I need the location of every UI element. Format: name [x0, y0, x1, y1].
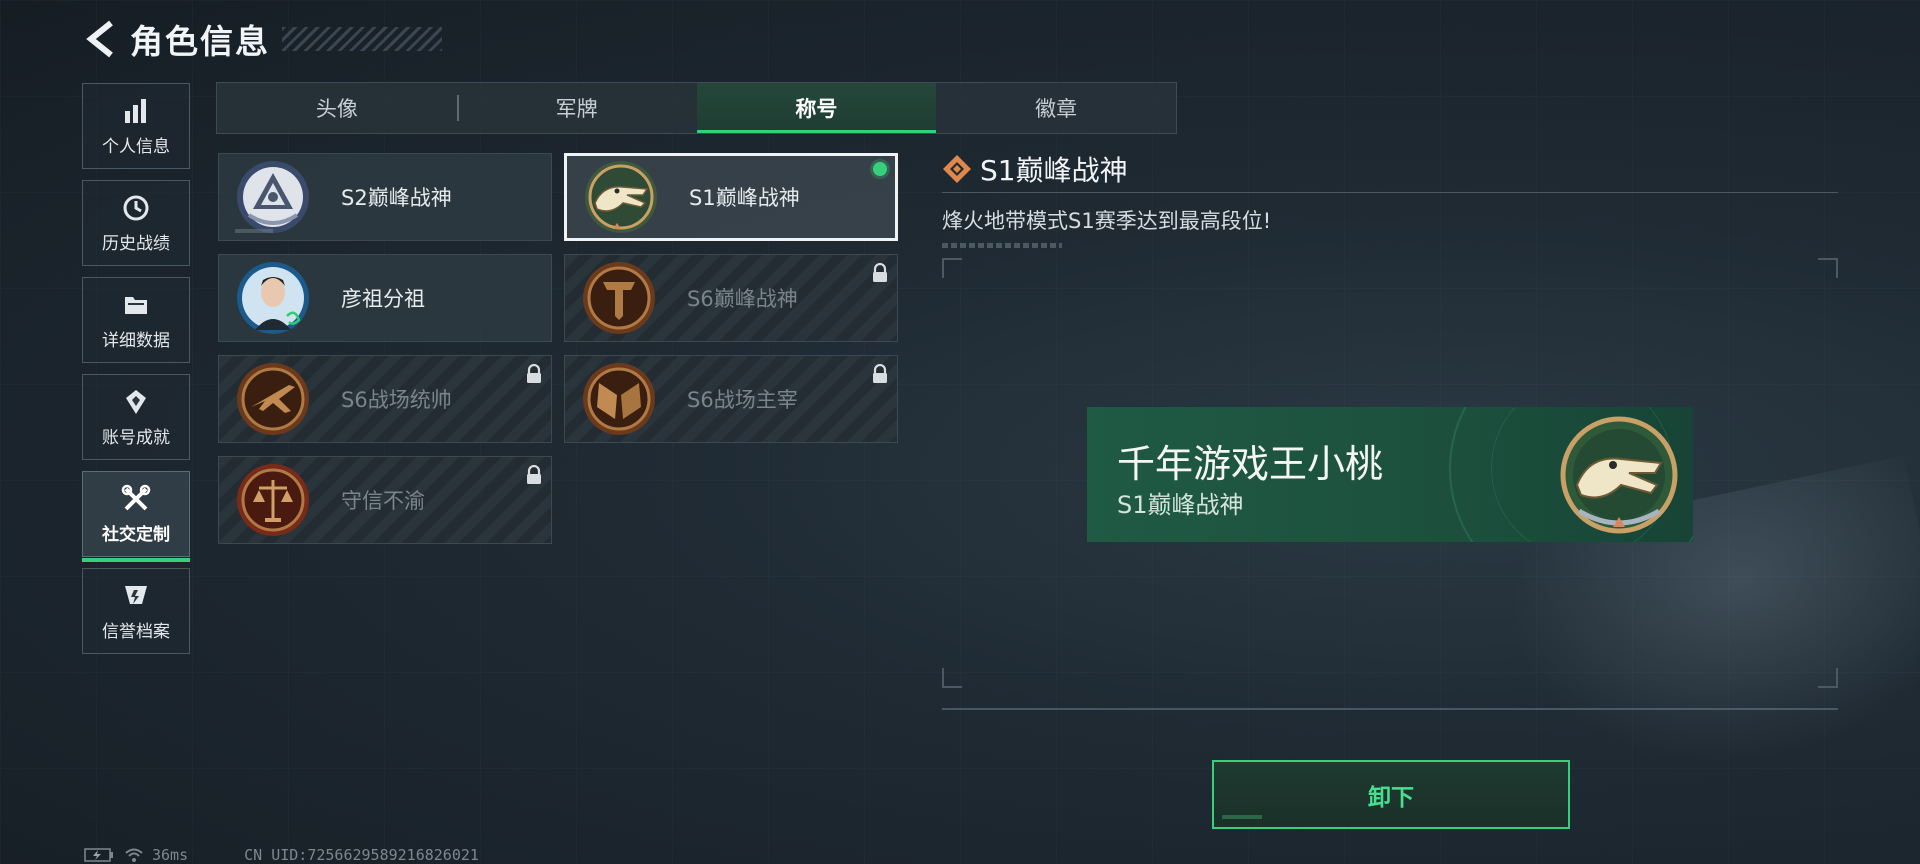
sidebar-item-personal-info[interactable]: 个人信息 [82, 83, 190, 169]
folder-icon [121, 290, 151, 320]
achievement-icon [121, 387, 151, 417]
wifi-icon [125, 848, 143, 862]
triangle-laurel-emblem-icon [237, 161, 309, 233]
title-card-s6-dominator[interactable]: S6战场主宰 [564, 355, 898, 443]
title-card-s6-commander[interactable]: S6战场统帅 [218, 355, 552, 443]
title-card-s1-peak[interactable]: S1巅峰战神 [564, 153, 898, 241]
sidebar-item-label: 历史战绩 [102, 233, 170, 254]
title-card-s2-peak[interactable]: S2巅峰战神 [218, 153, 552, 241]
crocodile-emblem-icon [585, 161, 657, 233]
title-card-label: S6巅峰战神 [687, 287, 798, 311]
back-button[interactable] [82, 17, 120, 61]
credit-shield-icon [121, 581, 151, 611]
preview-player-name: 千年游戏王小桃 [1117, 442, 1384, 486]
title-card-label: 守信不渝 [341, 489, 425, 513]
crossed-flags-emblem-icon [583, 363, 655, 435]
card-decoration [235, 229, 273, 233]
jet-emblem-icon [237, 363, 309, 435]
sidebar-item-credit-record[interactable]: 信誉档案 [82, 568, 190, 654]
page-title: 角色信息 [130, 22, 270, 61]
sidebar-item-label: 社交定制 [102, 524, 170, 545]
portrait-emblem-icon [237, 262, 309, 334]
tab-title[interactable]: 称号 [696, 83, 937, 133]
equipped-indicator [873, 162, 887, 176]
sidebar-item-history[interactable]: 历史战绩 [82, 180, 190, 266]
title-card-label: S2巅峰战神 [341, 186, 452, 210]
title-card-label: S6战场主宰 [687, 388, 798, 412]
sidebar-nav: 个人信息 历史战绩 详细数据 账号成就 社交定制 信誉档案 [82, 83, 192, 665]
sidebar-item-label: 账号成就 [102, 427, 170, 448]
history-clock-icon [121, 193, 151, 223]
frame-corner [942, 668, 962, 688]
status-bar: 36ms CN UID:725662958921682​6021 [84, 846, 479, 864]
frame-corner [1818, 668, 1838, 688]
title-grid: S2巅峰战神 S1巅峰战神 彦祖分祖 S6巅峰战神 S6战场统帅 S6战场主宰 … [218, 153, 898, 544]
sidebar-item-social-custom[interactable]: 社交定制 [82, 471, 190, 562]
ping-readout: 36ms [152, 846, 189, 864]
button-decoration [1222, 815, 1262, 819]
preview-title: S1巅峰战神 [1117, 491, 1244, 519]
diamond-icon [943, 155, 971, 183]
crocodile-emblem-icon [1560, 416, 1678, 534]
wrench-cross-icon [121, 484, 151, 514]
bar-chart-icon [121, 96, 151, 126]
sidebar-item-label: 个人信息 [102, 136, 170, 157]
uid-readout: CN UID:725662958921682​6021 [244, 846, 479, 864]
sidebar-item-details[interactable]: 详细数据 [82, 277, 190, 363]
lock-icon [527, 465, 541, 484]
title-decoration [282, 27, 442, 51]
tab-bar: 头像 军牌 称号 徽章 [216, 82, 1177, 134]
scales-emblem-icon [237, 464, 309, 536]
title-card-label: S1巅峰战神 [689, 186, 800, 210]
tab-dog-tag[interactable]: 军牌 [456, 83, 697, 133]
lock-icon [873, 364, 887, 383]
detail-description: 烽火地带模式S1赛季达到最高段位! [942, 209, 1272, 233]
unequip-button-label: 卸下 [1368, 784, 1414, 811]
title-card-label: S6战场统帅 [341, 388, 452, 412]
frame-bottom-line [942, 708, 1838, 710]
sidebar-item-achievements[interactable]: 账号成就 [82, 374, 190, 460]
lock-icon [527, 364, 541, 383]
sidebar-item-label: 信誉档案 [102, 621, 170, 642]
tab-badge[interactable]: 徽章 [936, 83, 1176, 133]
frame-corner [1818, 258, 1838, 278]
title-card-s6-peak[interactable]: S6巅峰战神 [564, 254, 898, 342]
lock-icon [873, 263, 887, 282]
sidebar-item-label: 详细数据 [102, 330, 170, 351]
title-card-yanzu[interactable]: 彦祖分祖 [218, 254, 552, 342]
title-preview-card: 千年游戏王小桃 S1巅峰战神 [1087, 407, 1693, 542]
t-shield-emblem-icon [583, 262, 655, 334]
detail-header: S1巅峰战神 [942, 150, 1838, 188]
title-detail-panel: S1巅峰战神 烽火地带模式S1赛季达到最高段位! [942, 150, 1838, 248]
detail-title: S1巅峰战神 [980, 154, 1128, 187]
unequip-button[interactable]: 卸下 [1212, 760, 1570, 829]
back-chevron-icon [86, 20, 113, 58]
tab-avatar[interactable]: 头像 [217, 83, 457, 133]
divider [942, 192, 1838, 193]
battery-charging-icon [84, 848, 113, 862]
header: 角色信息 [82, 14, 442, 64]
title-card-label: 彦祖分祖 [341, 287, 425, 311]
title-card-keep-faith[interactable]: 守信不渝 [218, 456, 552, 544]
description-decoration [942, 243, 1062, 248]
frame-corner [942, 258, 962, 278]
